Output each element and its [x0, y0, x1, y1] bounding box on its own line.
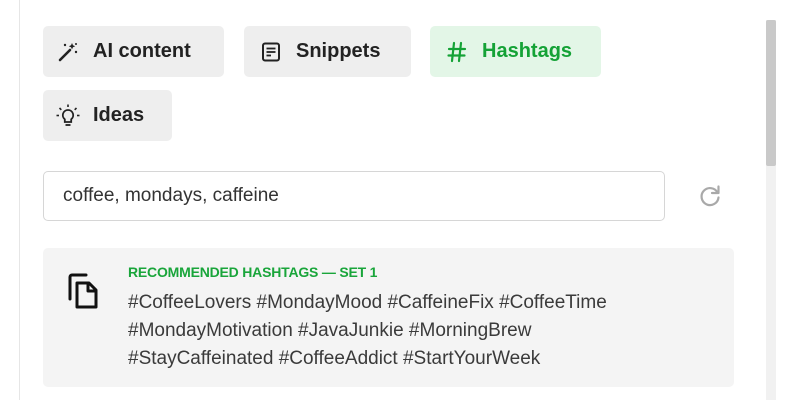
keywords-input[interactable]: coffee, mondays, caffeine: [43, 171, 665, 221]
tab-snippets-label: Snippets: [296, 40, 381, 62]
scrollbar-thumb[interactable]: [766, 20, 776, 166]
document-icon: [258, 39, 284, 65]
lightbulb-icon: [55, 103, 81, 129]
tab-snippets[interactable]: Snippets: [244, 26, 411, 77]
keywords-input-value: coffee, mondays, caffeine: [63, 185, 279, 206]
hashtag-list: #CoffeeLovers #MondayMood #CaffeineFix #…: [128, 289, 688, 373]
hashtag-line: #StayCaffeinated #CoffeeAddict #StartYou…: [128, 348, 541, 369]
hashtag-result-card: RECOMMENDED HASHTAGS — SET 1 #CoffeeLove…: [43, 248, 734, 387]
hashtag-icon: [444, 39, 470, 65]
copy-icon: [66, 271, 100, 311]
refresh-button[interactable]: [696, 182, 724, 210]
hashtag-line: #CoffeeLovers #MondayMood #CaffeineFix #…: [128, 292, 607, 313]
tab-ai-content-label: AI content: [93, 40, 191, 62]
tab-ideas-label: Ideas: [93, 104, 145, 126]
tab-ideas[interactable]: Ideas: [43, 90, 172, 141]
tab-hashtags-label: Hashtags: [482, 40, 573, 62]
hashtag-line: #MondayMotivation #JavaJunkie #MorningBr…: [128, 320, 532, 341]
tab-hashtags[interactable]: Hashtags: [430, 26, 601, 77]
copy-button[interactable]: [65, 270, 101, 312]
result-title: RECOMMENDED HASHTAGS — SET 1: [128, 264, 378, 280]
tab-ai-content[interactable]: AI content: [43, 26, 224, 77]
magic-wand-icon: [55, 39, 81, 65]
refresh-icon: [697, 183, 723, 209]
